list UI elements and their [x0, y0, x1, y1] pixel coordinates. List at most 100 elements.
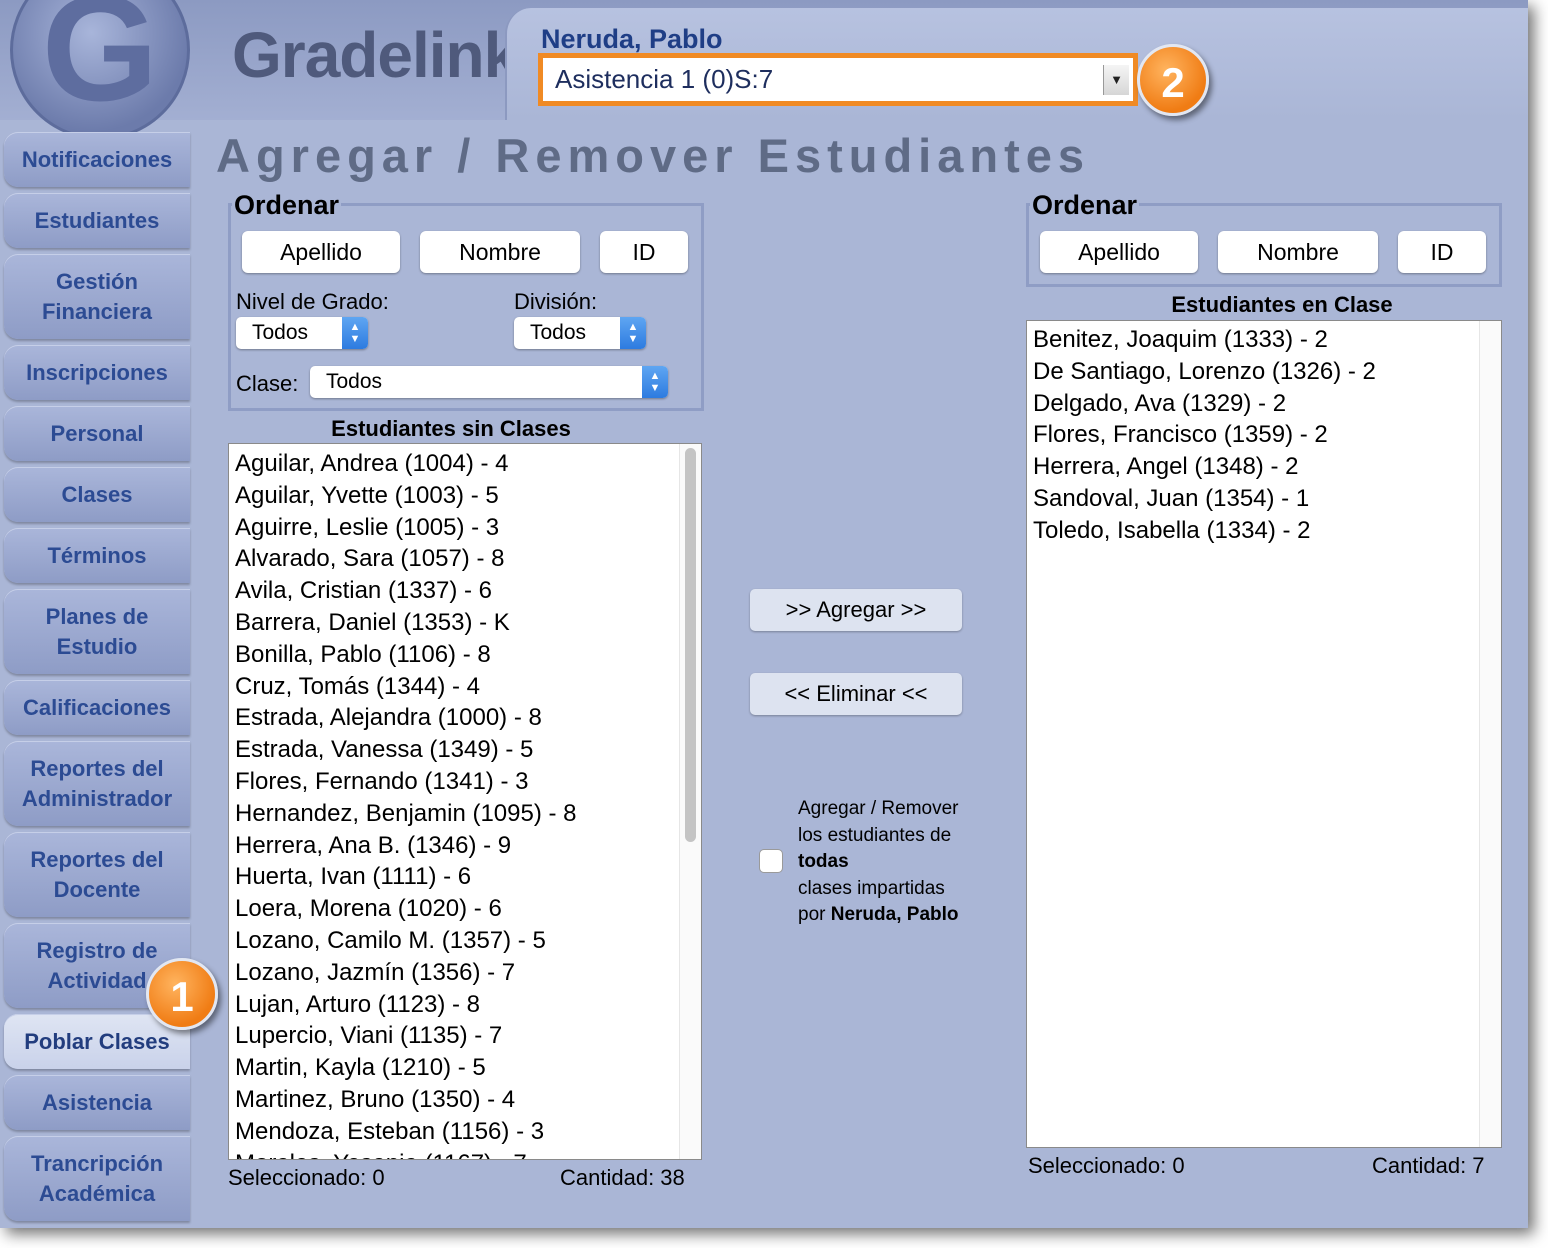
all-classes-checkbox[interactable]	[759, 849, 783, 873]
list-item[interactable]: Estrada, Vanessa (1349) - 5	[229, 734, 701, 766]
class-selector-value: Asistencia 1 (0)S:7	[555, 64, 774, 94]
list-item[interactable]: Benitez, Joaquim (1333) - 2	[1027, 324, 1501, 356]
right-selected-count: Seleccionado: 0	[1028, 1153, 1185, 1178]
sidebar-item-label: Personal	[50, 420, 144, 446]
remove-students-button[interactable]: << Eliminar <<	[750, 673, 962, 715]
note-line-2: los estudiantes de	[798, 824, 952, 846]
grade-level-value: Todos	[252, 321, 309, 344]
chevron-down-icon[interactable]: ▼	[1103, 64, 1129, 95]
division-label: División:	[514, 289, 598, 314]
sidebar-item-label: Poblar Clases	[24, 1028, 170, 1054]
callout-badge-1: 1	[146, 958, 218, 1030]
list-item[interactable]: Barrera, Daniel (1353) - K	[229, 607, 701, 639]
sidebar-item-label: Reportes del Docente	[30, 846, 164, 902]
note-bold: todas	[798, 851, 849, 872]
list-item[interactable]: Loera, Morena (1020) - 6	[229, 893, 701, 925]
list-item[interactable]: Estrada, Alejandra (1000) - 8	[229, 702, 701, 734]
right-sort-title: Ordenar	[1030, 190, 1140, 221]
list-item[interactable]: Flores, Fernando (1341) - 3	[229, 766, 701, 798]
sidebar-item-reportes-docente[interactable]: Reportes del Docente	[4, 832, 190, 917]
unassigned-students-list[interactable]: Aguilar, Andrea (1004) - 4 Aguilar, Yvett…	[228, 443, 702, 1160]
list-item[interactable]: Lozano, Camilo M. (1357) - 5	[229, 925, 701, 957]
sidebar-item-calificaciones[interactable]: Calificaciones	[4, 680, 190, 735]
list-item[interactable]: Aguirre, Leslie (1005) - 3	[229, 512, 701, 544]
class-filter-select[interactable]: Todos ▲ ▼	[310, 366, 668, 398]
note-line-1: Agregar / Remover	[798, 798, 959, 819]
sidebar-item-label: Reportes del Administrador	[21, 755, 173, 811]
stepper-icon: ▲ ▼	[642, 366, 668, 398]
unassigned-list-scrollbar[interactable]	[679, 444, 701, 1159]
stepper-icon: ▲ ▼	[620, 317, 646, 349]
list-item[interactable]: Herrera, Angel (1348) - 2	[1027, 451, 1501, 483]
left-sort-first-name-button[interactable]: Nombre	[420, 231, 580, 273]
sidebar-item-reportes-administrador[interactable]: Reportes del Administrador	[4, 741, 190, 826]
list-item[interactable]: Cruz, Tomás (1344) - 4	[229, 671, 701, 703]
enrolled-list-scrollbar[interactable]	[1479, 321, 1501, 1147]
sidebar-item-label: Asistencia	[41, 1089, 153, 1115]
list-item[interactable]: De Santiago, Lorenzo (1326) - 2	[1027, 356, 1501, 388]
list-item[interactable]: Morales, Yesenia (1167) - 7	[229, 1148, 701, 1159]
sidebar-item-label: Gestión Financiera	[41, 268, 153, 324]
list-item[interactable]: Herrera, Ana B. (1346) - 9	[229, 830, 701, 862]
sidebar-item-label: Clases	[61, 481, 133, 507]
sidebar-item-gestion-financiera[interactable]: Gestión Financiera	[4, 254, 190, 339]
page-title: Agregar / Remover Estudiantes	[216, 129, 1090, 182]
list-item[interactable]: Avila, Cristian (1337) - 6	[229, 575, 701, 607]
enrolled-students-list[interactable]: Benitez, Joaquim (1333) - 2 De Santiago, …	[1026, 320, 1502, 1148]
division-select[interactable]: Todos ▲ ▼	[514, 317, 646, 349]
sidebar-item-label: Notificaciones	[21, 146, 173, 172]
sidebar-item-label: Planes de Estudio	[45, 603, 149, 659]
scroll-thumb[interactable]	[685, 448, 696, 842]
list-item[interactable]: Sandoval, Juan (1354) - 1	[1027, 483, 1501, 515]
unassigned-list-title: Estudiantes sin Clases	[331, 416, 571, 441]
list-item[interactable]: Bonilla, Pablo (1106) - 8	[229, 639, 701, 671]
list-item[interactable]: Mendoza, Esteban (1156) - 3	[229, 1116, 701, 1148]
list-item[interactable]: Flores, Francisco (1359) - 2	[1027, 419, 1501, 451]
app-window: G Gradelink Neruda, Pablo Asistencia 1 (…	[0, 0, 1528, 1228]
sidebar-item-notificaciones[interactable]: Notificaciones	[4, 132, 190, 187]
list-item[interactable]: Lupercio, Viani (1135) - 7	[229, 1020, 701, 1052]
left-sort-id-button[interactable]: ID	[600, 231, 688, 273]
sidebar-item-inscripciones[interactable]: Inscripciones	[4, 345, 190, 400]
list-item[interactable]: Aguilar, Yvette (1003) - 5	[229, 480, 701, 512]
sidebar-item-label: Términos	[47, 542, 147, 568]
sidebar-item-transcripcion[interactable]: Trancripción Académica	[4, 1136, 190, 1221]
class-selector[interactable]: Asistencia 1 (0)S:7 ▼	[538, 53, 1138, 106]
right-sort-first-name-button[interactable]: Nombre	[1218, 231, 1378, 273]
sidebar-item-asistencia[interactable]: Asistencia	[4, 1075, 190, 1130]
grade-level-select[interactable]: Todos ▲ ▼	[236, 317, 368, 349]
grade-level-label: Nivel de Grado:	[236, 289, 389, 314]
left-sort-title: Ordenar	[232, 190, 342, 221]
list-item[interactable]: Hernandez, Benjamin (1095) - 8	[229, 798, 701, 830]
callout-badge-2: 2	[1137, 44, 1209, 116]
class-filter-value: Todos	[326, 370, 383, 393]
sidebar-item-label: Trancripción Académica	[30, 1150, 164, 1206]
note-line-4-prefix: por	[798, 904, 826, 925]
sidebar-item-estudiantes[interactable]: Estudiantes	[4, 193, 190, 248]
sidebar-item-label: Calificaciones	[23, 694, 171, 720]
class-filter-label: Clase:	[236, 371, 299, 396]
list-item[interactable]: Toledo, Isabella (1334) - 2	[1027, 515, 1501, 547]
list-item[interactable]: Aguilar, Andrea (1004) - 4	[229, 448, 701, 480]
sidebar-item-label: Estudiantes	[34, 207, 160, 233]
left-total-count: Cantidad: 38	[560, 1165, 685, 1190]
sidebar-item-personal[interactable]: Personal	[4, 406, 190, 461]
sidebar-item-clases[interactable]: Clases	[4, 467, 190, 522]
division-value: Todos	[530, 321, 587, 344]
sidebar-item-planes-de-estudio[interactable]: Planes de Estudio	[4, 589, 190, 674]
sidebar-item-terminos[interactable]: Términos	[4, 528, 190, 583]
right-sort-id-button[interactable]: ID	[1398, 231, 1486, 273]
right-sort-last-name-button[interactable]: Apellido	[1040, 231, 1198, 273]
list-item[interactable]: Martinez, Bruno (1350) - 4	[229, 1084, 701, 1116]
left-sort-last-name-button[interactable]: Apellido	[242, 231, 400, 273]
list-item[interactable]: Alvarado, Sara (1057) - 8	[229, 543, 701, 575]
list-item[interactable]: Martin, Kayla (1210) - 5	[229, 1052, 701, 1084]
list-item[interactable]: Huerta, Ivan (1111) - 6	[229, 861, 701, 893]
note-line-3: clases impartidas	[798, 877, 945, 899]
list-item[interactable]: Lozano, Jazmín (1356) - 7	[229, 957, 701, 989]
stepper-icon: ▲ ▼	[342, 317, 368, 349]
list-item[interactable]: Delgado, Ava (1329) - 2	[1027, 388, 1501, 420]
enrolled-list-title: Estudiantes en Clase	[1171, 292, 1393, 317]
list-item[interactable]: Lujan, Arturo (1123) - 8	[229, 989, 701, 1021]
add-students-button[interactable]: >> Agregar >>	[750, 589, 962, 631]
